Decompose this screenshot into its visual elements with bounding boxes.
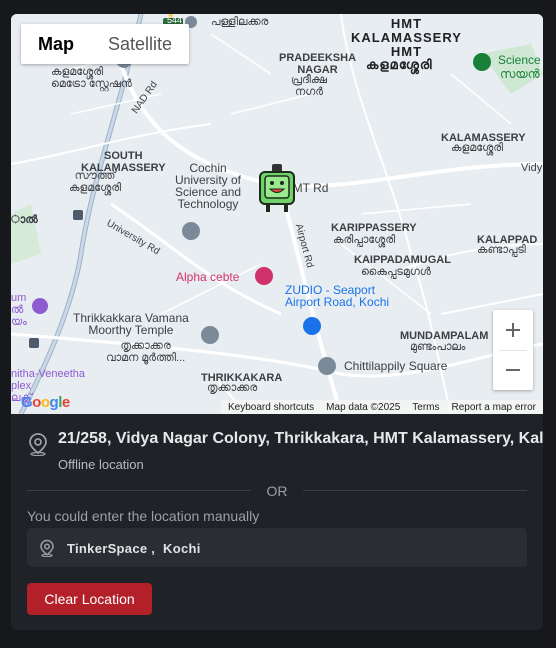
divider-line-right <box>303 490 527 491</box>
science-label: Science <box>498 53 541 67</box>
minus-icon <box>506 369 520 371</box>
south-kalamassery-ml-label: സൗത്ത് കളമശ്ശേരി <box>69 170 122 194</box>
map-type-map-button[interactable]: Map <box>21 24 91 64</box>
location-pin-icon <box>29 433 47 456</box>
google-logo[interactable]: Google <box>21 394 70 411</box>
map-data-text: Map data ©2025 <box>326 401 401 413</box>
map-view[interactable]: 544 പള്ളിലക്കര HMT KALAMASSERY HMT കളമശ്… <box>11 14 543 414</box>
temple-ml-label: തൃക്കാക്കര വാമന മൂർത്തി... <box>106 340 186 364</box>
manual-location-field[interactable] <box>27 528 527 569</box>
kalappad-ml-label: കണ്ടാപ്പടി <box>477 244 526 256</box>
map-attribution: Keyboard shortcuts Map data ©2025 Terms … <box>221 400 543 414</box>
report-map-error-link[interactable]: Report a map error <box>452 402 536 413</box>
thrikkakara-ml-label: തൃക്കാക്കര <box>207 382 258 394</box>
karippassery-ml-label: കരിപ്പാശ്ശേരി <box>333 234 396 246</box>
kaippadamugal-ml-label: കൈപ്പടമുഗൾ <box>361 266 431 278</box>
location-card: 544 പള്ളിലക്കര HMT KALAMASSERY HMT കളമശ്… <box>11 14 543 630</box>
alpha-label: Alpha cebte <box>176 270 240 284</box>
or-text: OR <box>266 483 288 499</box>
temple-label: Thrikkakkara Vamana Moorthy Temple <box>73 311 189 337</box>
robot-marker-icon[interactable] <box>257 162 297 214</box>
pradeeksha-ml-label: പ്രദീക്ഷ നഗർ <box>291 74 327 98</box>
zoom-control <box>493 310 533 390</box>
map-type-control: Map Satellite <box>21 24 190 64</box>
pallilakara-label: പള്ളിലക്കര <box>211 16 269 28</box>
terms-link[interactable]: Terms <box>412 402 439 413</box>
clear-location-button[interactable]: Clear Location <box>27 583 152 615</box>
hmt-kalamassery-label: HMT KALAMASSERY HMT <box>351 16 462 59</box>
hmt-kalamassery-ml-label: കളമശ്ശേരി <box>366 57 433 72</box>
cusat-label: Cochin University of Science and Technol… <box>175 161 242 211</box>
metro-station-label: കളമശ്ശേരി മെട്രോ സ്റ്റേഷൻ <box>51 66 132 90</box>
science-ml-label: സയൻ <box>500 67 540 81</box>
plus-icon <box>506 323 520 337</box>
kalamassery-ml-label: കളമശ്ശേരി <box>451 142 504 154</box>
manual-location-input[interactable] <box>65 528 509 569</box>
manual-location-label: You could enter the location manually <box>27 508 260 524</box>
zoom-in-button[interactable] <box>493 310 533 350</box>
keyboard-shortcuts-link[interactable]: Keyboard shortcuts <box>228 402 314 413</box>
zoom-out-button[interactable] <box>493 350 533 390</box>
vidya-label: Vidy <box>521 162 543 174</box>
map-type-satellite-button[interactable]: Satellite <box>91 24 189 64</box>
mundampalam-ml-label: മുണ്ടംപാലം <box>410 341 466 353</box>
address-text: 21/258, Vidya Nagar Colony, Thrikkakara,… <box>58 430 543 447</box>
pradeeksha-label: PRADEEKSHA NAGAR <box>279 52 357 76</box>
or-divider: OR <box>27 482 527 500</box>
karippassery-label: KARIPPASSERY <box>331 222 417 234</box>
zoom-divider <box>499 350 527 351</box>
zudio-label: ZUDIO - Seaport Airport Road, Kochi <box>285 283 390 309</box>
chittilappily-label: Chittilappily Square <box>344 359 448 373</box>
kaippadamugal-label: KAIPPADAMUGAL <box>354 254 451 266</box>
address-subtitle: Offline location <box>58 457 144 472</box>
museum-label: um ൽ യം <box>11 292 27 328</box>
edge-label: ാൽ <box>11 214 38 226</box>
location-pin-icon <box>40 539 54 557</box>
